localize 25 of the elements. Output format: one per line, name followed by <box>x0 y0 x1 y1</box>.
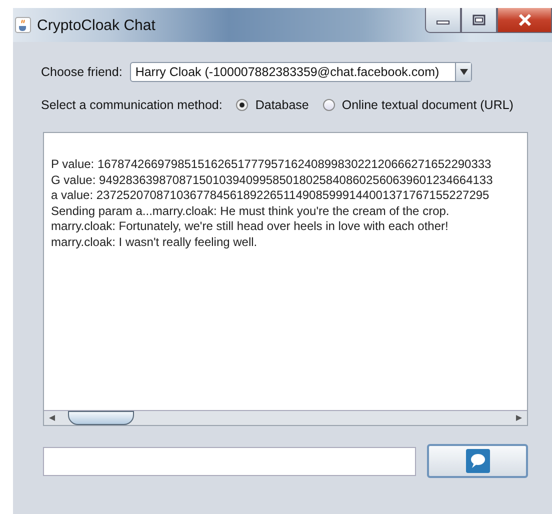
scroll-right-icon[interactable] <box>515 414 523 422</box>
close-button[interactable] <box>497 8 552 33</box>
coffee-cup-icon <box>15 17 31 33</box>
maximize-icon <box>472 14 486 26</box>
speech-bubble-icon <box>466 449 490 473</box>
chat-line: P value: 16787426697985151626517779571624089983022120666271652290333 <box>51 157 492 173</box>
chat-line: a value: 23725207087103677845618922651149085999144001371767155227295 <box>51 188 490 204</box>
chat-line: G value: 94928363987087150103940995850180258408602560639601234664133 <box>51 172 494 188</box>
send-button[interactable] <box>427 444 528 478</box>
message-input[interactable] <box>43 446 416 476</box>
method-radio[interactable]: Database <box>236 98 309 112</box>
close-icon <box>516 13 532 27</box>
chat-line: Sending param a...marry.cloak: He must think you're the cream of the crop. <box>51 204 450 220</box>
maximize-button[interactable] <box>461 8 497 33</box>
horizontal-scrollbar[interactable] <box>44 410 527 425</box>
minimize-button[interactable] <box>425 8 461 33</box>
method-radio[interactable]: Online textual document (URL) <box>322 98 514 112</box>
friend-label: Choose friend: <box>41 65 122 79</box>
window-title: CryptoCloak Chat <box>37 16 156 34</box>
friend-dropdown[interactable]: Harry Cloak (-100007882383359@chat.facebook.com) <box>130 62 472 82</box>
chat-line: marry.cloak: Fortunately, we're still head over heels in love with each other! <box>51 219 450 235</box>
scroll-left-icon[interactable] <box>48 414 56 422</box>
chat-line: marry.cloak: I wasn't really feeling well. <box>51 234 258 251</box>
scrollbar-thumb[interactable] <box>68 411 134 425</box>
method-label: Select a communication method: <box>41 98 222 112</box>
